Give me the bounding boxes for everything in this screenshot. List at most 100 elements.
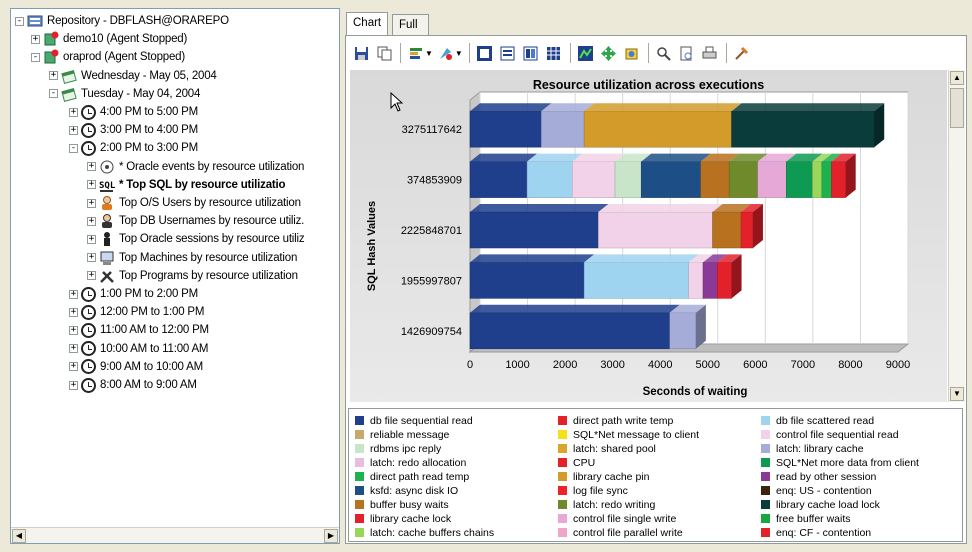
tree-item[interactable]: + demo10 (Agent Stopped) <box>31 30 187 48</box>
rotate-icon[interactable] <box>621 42 643 64</box>
legend-label: latch: redo writing <box>573 498 656 511</box>
palette-icon[interactable] <box>435 42 457 64</box>
print-icon[interactable] <box>699 42 721 64</box>
legend-item: library cache pin <box>558 470 649 483</box>
expand-toggle-icon[interactable]: + <box>87 216 96 226</box>
tree-item[interactable]: + SQL * Top SQL by resource utilizatio <box>87 176 286 194</box>
tree-item[interactable]: +9:00 AM to 10:00 AM <box>69 358 203 376</box>
zoom-icon[interactable] <box>653 42 675 64</box>
tree-item[interactable]: + Top DB Usernames by resource utiliz. <box>87 212 304 230</box>
tree-item[interactable]: + Wednesday - May 05, 2004 <box>49 67 217 85</box>
bar-segment <box>469 110 542 148</box>
tree-item[interactable]: +4:00 PM to 5:00 PM <box>69 103 198 121</box>
chart-type-icon[interactable] <box>405 42 427 64</box>
tree-item-label: 3:00 PM to 4:00 PM <box>100 124 199 137</box>
data-grid-icon[interactable] <box>474 42 496 64</box>
chevron-down-icon[interactable]: ▼ <box>425 49 433 58</box>
3d-icon[interactable] <box>575 42 597 64</box>
page-icon[interactable] <box>676 42 698 64</box>
tree-horizontal-scrollbar[interactable]: ◀ ▶ <box>11 527 339 543</box>
legend-item: db file scattered read <box>761 414 874 427</box>
bar-segment <box>740 211 754 249</box>
scroll-down-icon[interactable]: ▼ <box>950 387 964 401</box>
tree-item[interactable]: +8:00 AM to 9:00 AM <box>69 376 197 394</box>
tree-item-label: 4:00 PM to 5:00 PM <box>100 106 199 118</box>
expand-toggle-icon[interactable]: + <box>87 180 96 190</box>
scroll-left-icon[interactable]: ◀ <box>12 529 26 543</box>
tree-item[interactable]: + Top Programs by resource utilization <box>87 267 298 285</box>
expand-toggle-icon[interactable]: + <box>69 307 78 317</box>
clock-icon <box>81 341 96 357</box>
x-axis-label: Seconds of waiting <box>642 386 748 398</box>
bar-segment <box>700 161 730 198</box>
tree-item[interactable]: +11:00 AM to 12:00 PM <box>69 321 209 339</box>
expand-toggle-icon[interactable]: + <box>69 125 78 135</box>
legend-swatch <box>355 458 364 467</box>
tree-item[interactable]: +10:00 AM to 11:00 AM <box>69 340 209 358</box>
bar-segment <box>598 211 713 249</box>
collapse-toggle-icon[interactable]: - <box>15 16 24 26</box>
chart-vertical-scrollbar[interactable]: ▲ ▼ <box>948 70 965 402</box>
expand-toggle-icon[interactable]: + <box>49 71 58 81</box>
expand-toggle-icon[interactable]: + <box>87 234 96 244</box>
legend-item: direct path read temp <box>355 470 469 483</box>
tree-item[interactable]: +1:00 PM to 2:00 PM <box>69 285 198 303</box>
navigator-tree-pane: - Repository - DBFLASH@ORAREPO + demo10 (Ag… <box>10 8 340 544</box>
expand-toggle-icon[interactable]: + <box>69 107 78 117</box>
legend-item: CPU <box>558 456 595 469</box>
bar-segment-top <box>470 254 595 263</box>
legend-label: ksfd: async disk IO <box>370 484 459 497</box>
table-icon[interactable] <box>543 42 565 64</box>
bar-segment <box>669 312 697 350</box>
properties-icon[interactable] <box>731 42 753 64</box>
expand-toggle-icon[interactable]: + <box>69 325 78 335</box>
legend-swatch <box>761 458 770 467</box>
save-icon[interactable] <box>350 42 372 64</box>
expand-toggle-icon[interactable]: + <box>69 289 78 299</box>
collapse-toggle-icon[interactable]: - <box>69 143 78 153</box>
series-icon[interactable] <box>520 42 542 64</box>
legend-icon[interactable] <box>497 42 519 64</box>
clock-icon <box>81 286 96 302</box>
clock-icon <box>81 104 96 120</box>
toolbar-separator <box>400 43 401 63</box>
collapse-toggle-icon[interactable]: - <box>49 89 58 99</box>
navigator-tree: - Repository - DBFLASH@ORAREPO + demo10 (Ag… <box>11 9 339 527</box>
expand-toggle-icon[interactable]: + <box>87 253 96 263</box>
expand-toggle-icon[interactable]: + <box>69 362 78 372</box>
tree-item[interactable]: - Repository - DBFLASH@ORAREPO <box>15 12 229 30</box>
expand-toggle-icon[interactable]: + <box>69 380 78 390</box>
expand-toggle-icon[interactable]: + <box>69 344 78 354</box>
legend-swatch <box>355 500 364 509</box>
scrollbar-thumb[interactable] <box>950 88 964 128</box>
scroll-up-icon[interactable]: ▲ <box>950 71 964 85</box>
expand-toggle-icon[interactable]: + <box>87 271 96 281</box>
tree-item[interactable]: - 2:00 PM to 3:00 PM <box>69 139 198 157</box>
legend-label: latch: library cache <box>776 442 864 455</box>
tab-full-sql-text[interactable]: Full SQL Text <box>392 14 429 71</box>
tree-item[interactable]: + Top O/S Users by resource utilization <box>87 194 301 212</box>
tree-item[interactable]: - Tuesday - May 04, 2004 <box>49 85 200 103</box>
bar-segment <box>583 110 732 148</box>
tree-item[interactable]: - oraprod (Agent Stopped) <box>31 48 185 66</box>
scroll-right-icon[interactable]: ▶ <box>324 529 338 543</box>
tree-item[interactable]: + Top Oracle sessions by resource utiliz <box>87 230 305 248</box>
tree-item[interactable]: +3:00 PM to 4:00 PM <box>69 121 198 139</box>
tree-item[interactable]: +12:00 PM to 1:00 PM <box>69 303 204 321</box>
legend-swatch <box>355 486 364 495</box>
chevron-down-icon[interactable]: ▼ <box>455 49 463 58</box>
tree-item[interactable]: + * Oracle events by resource utilization <box>87 158 304 176</box>
repository-icon <box>27 13 43 29</box>
move-icon[interactable] <box>598 42 620 64</box>
tree-item-label: Top DB Usernames by resource utiliz. <box>119 215 305 228</box>
expand-toggle-icon[interactable]: + <box>87 198 96 208</box>
tree-item[interactable]: + Top Machines by resource utilization <box>87 249 297 267</box>
bar-segment <box>571 161 616 198</box>
chart-title: Resource utilization across executions <box>532 78 765 92</box>
copy-icon[interactable] <box>373 42 395 64</box>
tab-chart[interactable]: Chart <box>346 12 389 35</box>
collapse-toggle-icon[interactable]: - <box>31 52 40 62</box>
bar-segment <box>614 161 642 198</box>
expand-toggle-icon[interactable]: + <box>31 34 40 44</box>
expand-toggle-icon[interactable]: + <box>87 162 96 172</box>
